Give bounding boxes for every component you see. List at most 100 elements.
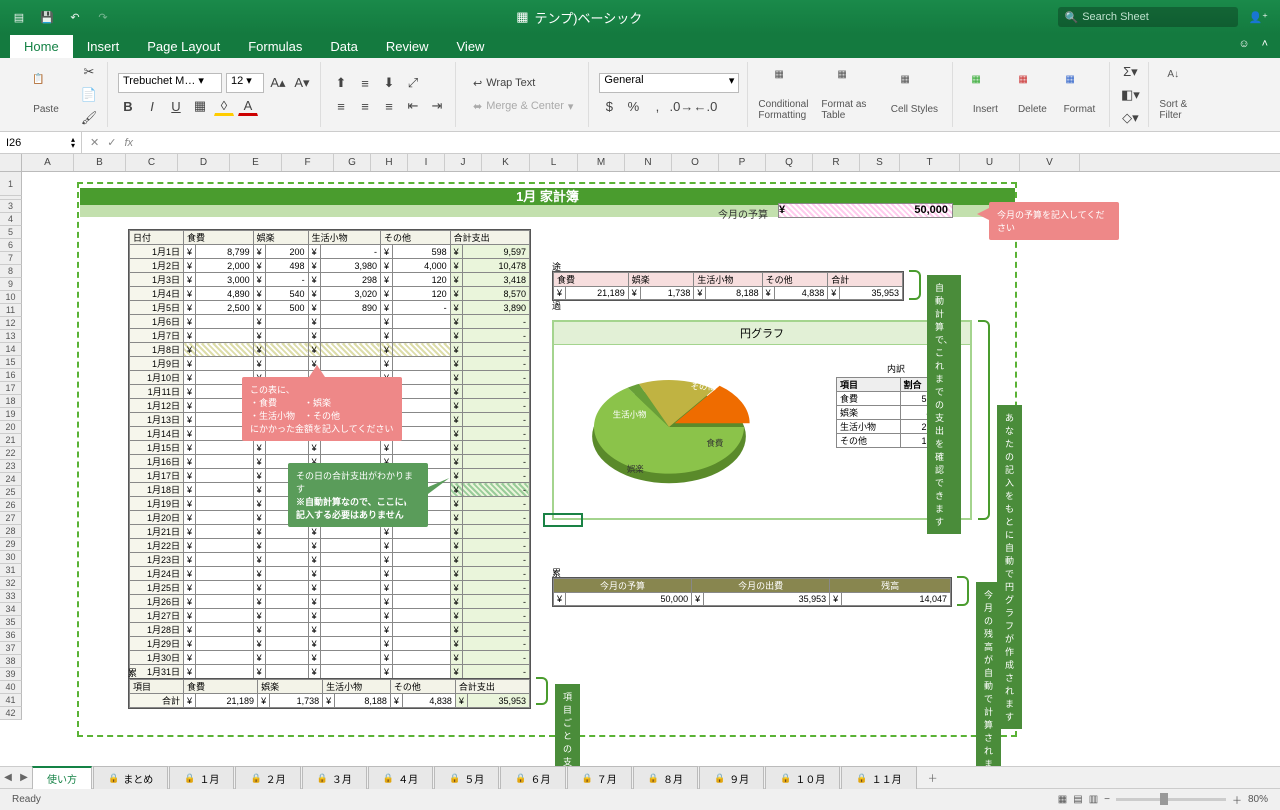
row-header-39[interactable]: 39 [0, 668, 22, 681]
row-header-9[interactable]: 9 [0, 278, 22, 291]
col-header-L[interactable]: L [530, 154, 578, 171]
row-header-33[interactable]: 33 [0, 590, 22, 603]
row-header-15[interactable]: 15 [0, 356, 22, 369]
row-header-27[interactable]: 27 [0, 512, 22, 525]
col-header-V[interactable]: V [1020, 154, 1080, 171]
sheet-tab-1[interactable]: まとめ [93, 766, 168, 789]
font-select[interactable]: Trebuchet M… ▾ [118, 73, 222, 93]
sheet-tab-9[interactable]: ８月 [633, 766, 698, 789]
fill-color-button[interactable]: ◊ [214, 96, 234, 116]
delete-cells-button[interactable]: ▦Delete [1010, 74, 1054, 115]
row-header-5[interactable]: 5 [0, 226, 22, 239]
col-header-O[interactable]: O [672, 154, 719, 171]
smiley-icon[interactable]: ☺ [1238, 38, 1249, 50]
clear-icon[interactable]: ◇▾ [1120, 108, 1140, 128]
col-header-M[interactable]: M [578, 154, 625, 171]
underline-button[interactable]: U [166, 96, 186, 116]
enter-icon[interactable]: ✓ [107, 136, 116, 149]
row-header-14[interactable]: 14 [0, 343, 22, 356]
row-header-3[interactable]: 3 [0, 200, 22, 213]
sheet-tab-2[interactable]: １月 [169, 766, 234, 789]
row-header-21[interactable]: 21 [0, 434, 22, 447]
autosum-icon[interactable]: Σ▾ [1120, 62, 1140, 82]
row-header-10[interactable]: 10 [0, 291, 22, 304]
row-header-23[interactable]: 23 [0, 460, 22, 473]
tab-home[interactable]: Home [10, 35, 73, 58]
sheet-tab-8[interactable]: ７月 [567, 766, 632, 789]
tab-data[interactable]: Data [316, 35, 371, 58]
cut-icon[interactable]: ✂ [79, 62, 99, 82]
align-right-icon[interactable]: ≡ [379, 96, 399, 116]
row-header-31[interactable]: 31 [0, 564, 22, 577]
row-header-13[interactable]: 13 [0, 330, 22, 343]
align-top-icon[interactable]: ⬆ [331, 73, 351, 93]
row-header-6[interactable]: 6 [0, 239, 22, 252]
row-header-16[interactable]: 16 [0, 369, 22, 382]
expense-table[interactable]: 日付食費娯楽生活小物その他合計支出1月1日¥8,799¥200¥-¥598¥9,… [128, 229, 531, 680]
col-header-B[interactable]: B [74, 154, 126, 171]
sheet-tab-10[interactable]: ９月 [699, 766, 764, 789]
row-header-22[interactable]: 22 [0, 447, 22, 460]
bold-button[interactable]: B [118, 96, 138, 116]
sheet-tab-5[interactable]: ４月 [368, 766, 433, 789]
sheet-tab-7[interactable]: ６月 [500, 766, 565, 789]
row-header-20[interactable]: 20 [0, 421, 22, 434]
redo-icon[interactable]: ↷ [94, 8, 112, 26]
row-header-38[interactable]: 38 [0, 655, 22, 668]
tab-page-layout[interactable]: Page Layout [133, 35, 234, 58]
sheet-tab-6[interactable]: ５月 [434, 766, 499, 789]
row-header-24[interactable]: 24 [0, 473, 22, 486]
sheet-nav-prev[interactable]: ◀ [0, 772, 16, 783]
col-header-T[interactable]: T [900, 154, 960, 171]
col-header-K[interactable]: K [482, 154, 530, 171]
cancel-icon[interactable]: ✕ [90, 136, 99, 149]
fill-icon[interactable]: ◧▾ [1120, 85, 1140, 105]
row-header-32[interactable]: 32 [0, 577, 22, 590]
font-color-button[interactable]: A [238, 96, 258, 116]
search-input[interactable]: 🔍Search Sheet [1058, 7, 1238, 27]
row-header-1[interactable]: 1 [0, 172, 22, 196]
col-header-D[interactable]: D [178, 154, 230, 171]
col-header-F[interactable]: F [282, 154, 334, 171]
col-header-C[interactable]: C [126, 154, 178, 171]
decrease-font-icon[interactable]: A▾ [292, 73, 312, 93]
col-header-H[interactable]: H [371, 154, 408, 171]
indent-inc-icon[interactable]: ⇥ [427, 96, 447, 116]
wrap-text-button[interactable]: ↩ Wrap Text [466, 73, 542, 93]
format-cells-button[interactable]: ▦Format [1057, 74, 1101, 115]
row-header-12[interactable]: 12 [0, 317, 22, 330]
format-painter-icon[interactable]: 🖌 [79, 108, 99, 128]
format-as-table-button[interactable]: ▦Format as Table [821, 69, 881, 121]
align-left-icon[interactable]: ≡ [331, 96, 351, 116]
sort-filter-button[interactable]: A↓Sort & Filter [1159, 69, 1203, 121]
align-center-icon[interactable]: ≡ [355, 96, 375, 116]
row-header-7[interactable]: 7 [0, 252, 22, 265]
sheet-tab-12[interactable]: １１月 [841, 766, 916, 789]
row-header-42[interactable]: 42 [0, 707, 22, 720]
add-sheet-button[interactable]: ＋ [918, 770, 948, 785]
indent-dec-icon[interactable]: ⇤ [403, 96, 423, 116]
row-header-28[interactable]: 28 [0, 525, 22, 538]
row-header-25[interactable]: 25 [0, 486, 22, 499]
copy-icon[interactable]: 📄 [79, 85, 99, 105]
percent-icon[interactable]: % [623, 96, 643, 116]
row-header-30[interactable]: 30 [0, 551, 22, 564]
cell-styles-button[interactable]: ▦Cell Styles [884, 74, 944, 115]
tab-formulas[interactable]: Formulas [234, 35, 316, 58]
italic-button[interactable]: I [142, 96, 162, 116]
undo-icon[interactable]: ↶ [66, 8, 84, 26]
tab-insert[interactable]: Insert [73, 35, 134, 58]
col-header-E[interactable]: E [230, 154, 282, 171]
row-header-19[interactable]: 19 [0, 408, 22, 421]
increase-font-icon[interactable]: A▴ [268, 73, 288, 93]
tab-review[interactable]: Review [372, 35, 443, 58]
sheet-tab-4[interactable]: ３月 [302, 766, 367, 789]
comma-icon[interactable]: , [647, 96, 667, 116]
row-header-8[interactable]: 8 [0, 265, 22, 278]
tab-view[interactable]: View [443, 35, 499, 58]
col-header-R[interactable]: R [813, 154, 860, 171]
sheet-tab-11[interactable]: １０月 [765, 766, 840, 789]
sheet-tab-3[interactable]: ２月 [235, 766, 300, 789]
paste-button[interactable]: 📋Paste [16, 74, 76, 115]
row-header-34[interactable]: 34 [0, 603, 22, 616]
